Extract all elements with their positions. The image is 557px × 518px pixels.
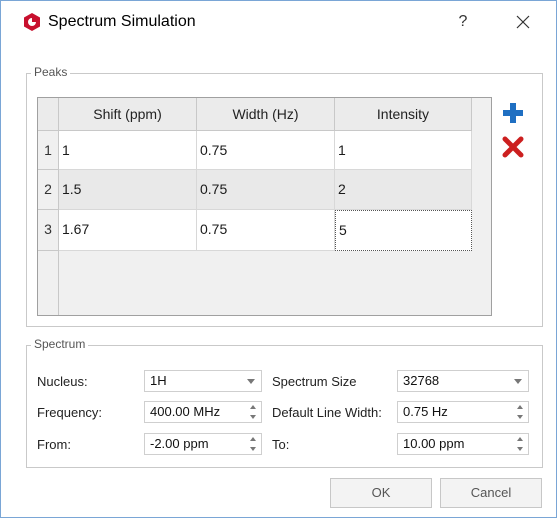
row-header-1[interactable]: 1: [38, 131, 59, 170]
close-button[interactable]: [508, 9, 538, 35]
from-label: From:: [37, 437, 71, 452]
line-width-label: Default Line Width:: [272, 405, 382, 420]
to-value: 10.00 ppm: [403, 436, 465, 451]
spin-arrows-icon: [250, 437, 256, 451]
cell-shift-1[interactable]: 1: [59, 131, 197, 170]
title-bar: Spectrum Simulation ?: [1, 1, 556, 45]
chevron-down-icon: [247, 379, 255, 384]
frequency-spinbox[interactable]: 400.00 MHz: [144, 401, 262, 423]
peaks-table[interactable]: Shift (ppm) Width (Hz) Intensity 1 1 0.7…: [37, 97, 492, 316]
plus-icon: [503, 103, 523, 123]
cell-intensity-1[interactable]: 1: [335, 131, 472, 170]
frequency-value: 400.00 MHz: [150, 404, 221, 419]
ok-button[interactable]: OK: [330, 478, 432, 508]
nucleus-label: Nucleus:: [37, 374, 88, 389]
spin-arrows-icon: [250, 405, 256, 419]
remove-peak-button[interactable]: [500, 134, 526, 160]
close-icon: [516, 15, 530, 29]
cell-width-3[interactable]: 0.75: [197, 210, 335, 251]
cell-shift-3[interactable]: 1.67: [59, 210, 197, 251]
cancel-button[interactable]: Cancel: [440, 478, 542, 508]
row-header-2[interactable]: 2: [38, 170, 59, 210]
to-label: To:: [272, 437, 290, 452]
spectrum-size-value: 32768: [403, 373, 440, 388]
table-corner: [38, 98, 59, 131]
column-header-shift[interactable]: Shift (ppm): [59, 98, 197, 131]
from-spinbox[interactable]: -2.00 ppm: [144, 433, 262, 455]
cell-width-2[interactable]: 0.75: [197, 170, 335, 210]
line-width-value: 0.75 Hz: [403, 404, 448, 419]
spin-arrows-icon: [517, 405, 523, 419]
row-header-3[interactable]: 3: [38, 210, 59, 251]
peaks-legend: Peaks: [31, 65, 71, 79]
spin-arrows-icon: [517, 437, 523, 451]
cell-intensity-3-editor[interactable]: 5: [335, 210, 472, 251]
row-header-empty: [38, 251, 59, 315]
frequency-label: Frequency:: [37, 405, 103, 420]
from-value: -2.00 ppm: [150, 436, 209, 451]
table-empty-gutter: [472, 98, 491, 315]
line-width-spinbox[interactable]: 0.75 Hz: [397, 401, 529, 423]
to-spinbox[interactable]: 10.00 ppm: [397, 433, 529, 455]
window-title: Spectrum Simulation: [48, 13, 196, 30]
spectrum-size-label: Spectrum Size: [272, 374, 357, 389]
spectrum-legend: Spectrum: [31, 337, 89, 351]
cell-width-1[interactable]: 0.75: [197, 131, 335, 170]
cell-intensity-2[interactable]: 2: [335, 170, 472, 210]
column-header-intensity[interactable]: Intensity: [335, 98, 472, 131]
spectrum-size-select[interactable]: 32768: [397, 370, 529, 392]
help-button[interactable]: ?: [449, 9, 477, 35]
column-header-width[interactable]: Width (Hz): [197, 98, 335, 131]
app-logo-icon: [23, 13, 41, 31]
nucleus-select[interactable]: 1H: [144, 370, 262, 392]
chevron-down-icon: [514, 379, 522, 384]
delete-x-icon: [502, 136, 524, 158]
nucleus-value: 1H: [150, 373, 167, 388]
add-peak-button[interactable]: [500, 100, 526, 126]
cell-shift-2[interactable]: 1.5: [59, 170, 197, 210]
